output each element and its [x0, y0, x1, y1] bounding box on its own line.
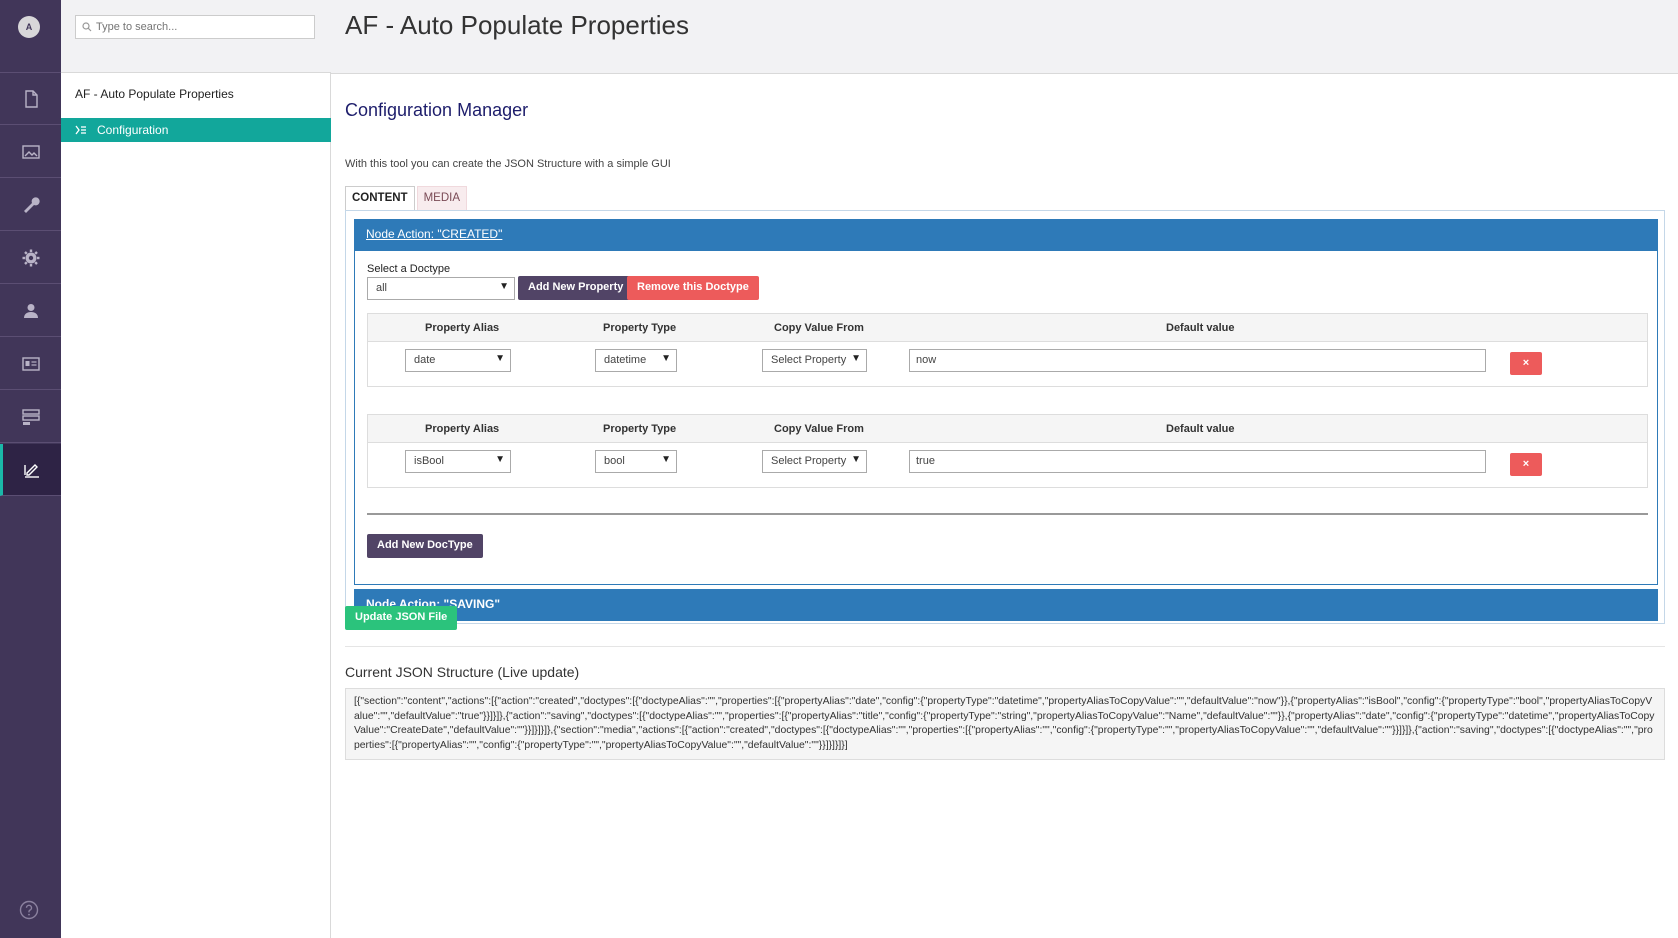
- property-type-select[interactable]: datetime ▼: [595, 349, 677, 372]
- column-default-value: Default value: [1166, 322, 1235, 334]
- doctype-label: Select a Doctype: [367, 263, 451, 275]
- property-row: Property Alias Property Type Copy Value …: [367, 414, 1648, 488]
- property-type-select[interactable]: bool ▼: [595, 450, 677, 473]
- property-alias-value: isBool: [414, 455, 444, 467]
- tree-panel: AF - Auto Populate Properties Configurat…: [61, 0, 331, 938]
- property-type-value: bool: [604, 455, 625, 467]
- edit-icon: [24, 463, 39, 478]
- chevron-down-icon: ▼: [499, 281, 509, 292]
- property-header: Property Alias Property Type Copy Value …: [368, 314, 1647, 342]
- gear-icon: [22, 249, 39, 266]
- chevron-down-icon: ▼: [851, 353, 861, 364]
- rail-item-settings[interactable]: [0, 179, 61, 231]
- chevron-down-icon: ▼: [661, 353, 671, 364]
- add-new-doctype-button[interactable]: Add New DocType: [367, 534, 483, 558]
- column-property-type: Property Type: [603, 423, 677, 435]
- delete-property-button[interactable]: ×: [1510, 453, 1542, 476]
- property-row: Property Alias Property Type Copy Value …: [367, 313, 1648, 387]
- column-default-value: Default value: [1166, 423, 1235, 435]
- tab-content[interactable]: CONTENT: [345, 186, 415, 210]
- search-box[interactable]: [75, 15, 315, 39]
- json-structure-title: Current JSON Structure (Live update): [345, 664, 580, 680]
- default-value-text: now: [916, 354, 937, 366]
- forms-icon: [21, 408, 40, 425]
- page-header: AF - Auto Populate Properties: [331, 0, 1678, 74]
- rail-item-auto-populate[interactable]: [0, 444, 61, 496]
- node-action-created-header[interactable]: Node Action: "CREATED": [354, 219, 1658, 251]
- doctype-select-value: all: [376, 282, 388, 294]
- json-structure-output: [{"section":"content","actions":[{"actio…: [345, 688, 1665, 760]
- help-icon[interactable]: [19, 900, 39, 920]
- tree-root-label[interactable]: AF - Auto Populate Properties: [75, 87, 234, 101]
- remove-doctype-button[interactable]: Remove this Doctype: [627, 276, 759, 300]
- default-value-text: true: [916, 455, 935, 467]
- copy-value-value: Select Property: [771, 354, 847, 366]
- search-input[interactable]: [96, 21, 296, 33]
- tree-node-label: Configuration: [97, 123, 169, 137]
- chevron-down-icon: ▼: [661, 454, 671, 465]
- property-header: Property Alias Property Type Copy Value …: [368, 415, 1647, 443]
- column-property-alias: Property Alias: [425, 423, 500, 435]
- copy-value-select[interactable]: Select Property ▼: [762, 349, 867, 372]
- search-icon: [82, 22, 92, 32]
- update-json-button[interactable]: Update JSON File: [345, 606, 458, 630]
- avatar[interactable]: A: [18, 16, 40, 38]
- image-icon: [21, 144, 40, 159]
- column-copy-value-from: Copy Value From: [774, 423, 864, 435]
- configuration-manager-title: Configuration Manager: [345, 100, 529, 120]
- intro-text: With this tool you can create the JSON S…: [345, 158, 671, 170]
- default-value-field[interactable]: true: [909, 450, 1486, 473]
- document-icon: [24, 89, 38, 108]
- close-icon: ×: [1522, 458, 1530, 470]
- doctype-divider: [367, 513, 1648, 515]
- rail-item-developer[interactable]: [0, 232, 61, 284]
- node-action-saving-header[interactable]: Node Action: "SAVING": [354, 589, 1658, 621]
- chevron-down-icon: ▼: [851, 454, 861, 465]
- column-property-alias: Property Alias: [425, 322, 500, 334]
- delete-property-button[interactable]: ×: [1510, 352, 1542, 375]
- property-alias-select[interactable]: isBool ▼: [405, 450, 511, 473]
- copy-value-select[interactable]: Select Property ▼: [762, 450, 867, 473]
- default-value-field[interactable]: now: [909, 349, 1486, 372]
- tab-panel: Node Action: "CREATED" Select a Doctype …: [345, 210, 1665, 624]
- main-content: Configuration Manager With this tool you…: [331, 74, 1678, 938]
- rail-item-users[interactable]: [0, 285, 61, 337]
- configuration-icon: [75, 125, 86, 135]
- section-tabs: CONTENT MEDIA: [345, 186, 468, 210]
- tree-node-configuration[interactable]: Configuration: [61, 118, 331, 142]
- page-title: AF - Auto Populate Properties: [345, 10, 689, 40]
- property-alias-value: date: [414, 354, 436, 366]
- copy-value-value: Select Property: [771, 455, 847, 467]
- doctype-select[interactable]: all ▼: [367, 277, 515, 300]
- id-card-icon: [21, 356, 40, 371]
- close-icon: ×: [1522, 357, 1530, 369]
- search-area: [61, 0, 331, 73]
- chevron-down-icon: ▼: [495, 454, 505, 465]
- property-type-value: datetime: [604, 354, 647, 366]
- add-new-property-button[interactable]: Add New Property: [518, 276, 634, 300]
- rail-item-content[interactable]: [0, 73, 61, 125]
- column-copy-value-from: Copy Value From: [774, 322, 864, 334]
- section-divider: [345, 646, 1665, 647]
- wrench-icon: [23, 196, 40, 213]
- column-property-type: Property Type: [603, 322, 677, 334]
- chevron-down-icon: ▼: [495, 353, 505, 364]
- section-rail: A: [0, 0, 61, 938]
- tab-media[interactable]: MEDIA: [416, 186, 468, 210]
- rail-item-forms[interactable]: [0, 391, 61, 443]
- rail-item-media[interactable]: [0, 126, 61, 178]
- user-icon: [23, 303, 38, 318]
- property-alias-select[interactable]: date ▼: [405, 349, 511, 372]
- rail-item-members[interactable]: [0, 338, 61, 390]
- node-action-created-body: Select a Doctype all ▼ Add New Property …: [354, 251, 1658, 585]
